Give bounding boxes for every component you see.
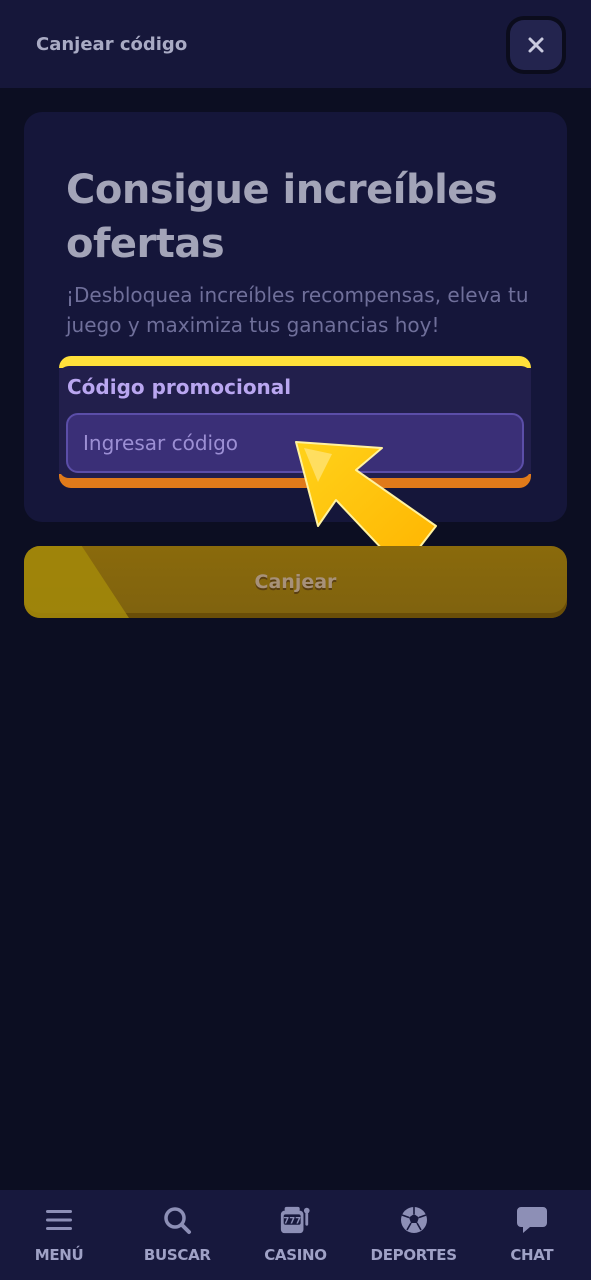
- close-icon: [528, 37, 544, 53]
- bottom-nav: MENÚ BUSCAR 777 CASINO DEPORTES CHAT: [0, 1190, 591, 1280]
- nav-label-casino: CASINO: [264, 1246, 327, 1264]
- card-title: Consigue increíbles ofertas: [66, 167, 498, 267]
- search-icon: [161, 1204, 193, 1236]
- chat-icon: [516, 1204, 548, 1236]
- nav-item-search[interactable]: BUSCAR: [118, 1190, 236, 1280]
- close-button[interactable]: [510, 20, 562, 70]
- header: Canjear código: [0, 0, 591, 88]
- nav-label-chat: CHAT: [510, 1246, 554, 1264]
- redeem-code-screen: Canjear código Consigue increíbles ofert…: [0, 0, 591, 1280]
- page-title: Canjear código: [36, 34, 188, 55]
- redeem-button[interactable]: Canjear: [24, 546, 567, 618]
- nav-item-casino[interactable]: 777 CASINO: [236, 1190, 354, 1280]
- card-subtitle: ¡Desbloquea increíbles recompensas, elev…: [66, 283, 529, 337]
- menu-icon: [43, 1204, 75, 1236]
- nav-item-sports[interactable]: DEPORTES: [355, 1190, 473, 1280]
- redeem-button-label: Canjear: [254, 571, 337, 593]
- nav-item-menu[interactable]: MENÚ: [0, 1190, 118, 1280]
- nav-item-chat[interactable]: CHAT: [473, 1190, 591, 1280]
- svg-text:777: 777: [284, 1215, 302, 1225]
- nav-label-menu: MENÚ: [34, 1246, 84, 1264]
- slot-machine-icon: 777: [279, 1204, 311, 1236]
- nav-label-search: BUSCAR: [143, 1246, 211, 1264]
- soccer-ball-icon: [398, 1204, 430, 1236]
- nav-label-sports: DEPORTES: [370, 1246, 458, 1264]
- promo-code-label: Código promocional: [67, 375, 292, 399]
